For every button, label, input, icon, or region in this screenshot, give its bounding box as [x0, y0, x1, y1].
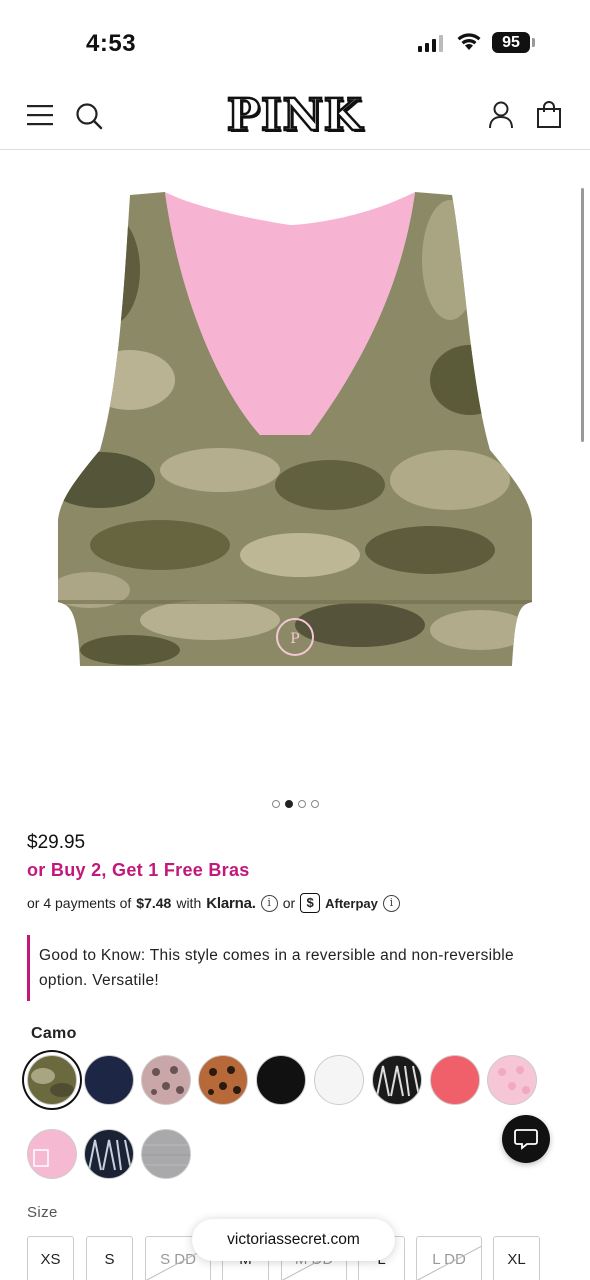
carousel-dot[interactable]: [297, 800, 306, 808]
good-to-know-note: Good to Know: This style comes in a reve…: [27, 935, 527, 1001]
carousel-dot[interactable]: [310, 800, 319, 808]
klarna-logo: Klarna.: [206, 894, 256, 912]
installment-or: or: [282, 895, 296, 911]
status-bar: 4:53 95: [0, 0, 590, 80]
swatch-pink-logo[interactable]: [27, 1129, 77, 1179]
installment-prefix: or 4 payments of: [27, 895, 132, 911]
site-header: PINK: [0, 80, 590, 150]
swatch-navy-logo[interactable]: [84, 1129, 134, 1179]
svg-text:P: P: [290, 631, 299, 647]
image-carousel-dots: [0, 800, 590, 808]
swatch-camo[interactable]: [27, 1055, 77, 1105]
swatch-coral[interactable]: [430, 1055, 480, 1105]
installment-info: or 4 payments of $7.48 with Klarna. i or…: [27, 893, 400, 913]
size-l-dd[interactable]: L DD: [416, 1236, 482, 1280]
product-price: $29.95: [27, 832, 86, 853]
swatch-navy[interactable]: [84, 1055, 134, 1105]
swatch-black-logo[interactable]: [372, 1055, 422, 1105]
product-image[interactable]: P: [0, 150, 590, 790]
chat-icon: [514, 1129, 538, 1150]
size-xs[interactable]: XS: [27, 1236, 74, 1280]
page-scrollbar[interactable]: [581, 188, 584, 442]
promo-offer[interactable]: or Buy 2, Get 1 Free Bras: [27, 860, 250, 881]
size-s[interactable]: S: [86, 1236, 133, 1280]
browser-url-bar[interactable]: victoriassecret.com: [192, 1219, 395, 1261]
carousel-dot[interactable]: [271, 800, 280, 808]
installment-amount: $7.48: [136, 895, 172, 911]
swatch-light-pink-leopard[interactable]: [487, 1055, 537, 1105]
swatch-pink-leopard[interactable]: [141, 1055, 191, 1105]
swatch-tan-leopard[interactable]: [198, 1055, 248, 1105]
sports-bra-image: P: [58, 192, 532, 666]
carousel-dot-active[interactable]: [284, 800, 293, 808]
klarna-info-icon[interactable]: i: [260, 894, 278, 912]
battery-indicator: 95: [492, 32, 530, 53]
swatch-white[interactable]: [314, 1055, 364, 1105]
swatch-heather-grey[interactable]: [141, 1129, 191, 1179]
status-time: 4:53: [86, 30, 137, 57]
afterpay-info-icon[interactable]: i: [382, 894, 400, 912]
cellular-signal-icon: [418, 34, 443, 52]
selected-color-label: Camo: [31, 1025, 77, 1042]
shopping-bag-icon[interactable]: [536, 101, 562, 129]
chat-button[interactable]: [502, 1115, 550, 1163]
size-xl[interactable]: XL: [493, 1236, 540, 1280]
afterpay-icon: $: [300, 893, 321, 913]
size-label: Size: [27, 1204, 58, 1221]
installment-with: with: [176, 895, 202, 911]
swatch-black[interactable]: [256, 1055, 306, 1105]
account-icon[interactable]: [488, 101, 514, 129]
wifi-icon: [457, 33, 481, 50]
afterpay-logo: Afterpay: [325, 895, 378, 911]
battery-tip: [532, 38, 535, 47]
